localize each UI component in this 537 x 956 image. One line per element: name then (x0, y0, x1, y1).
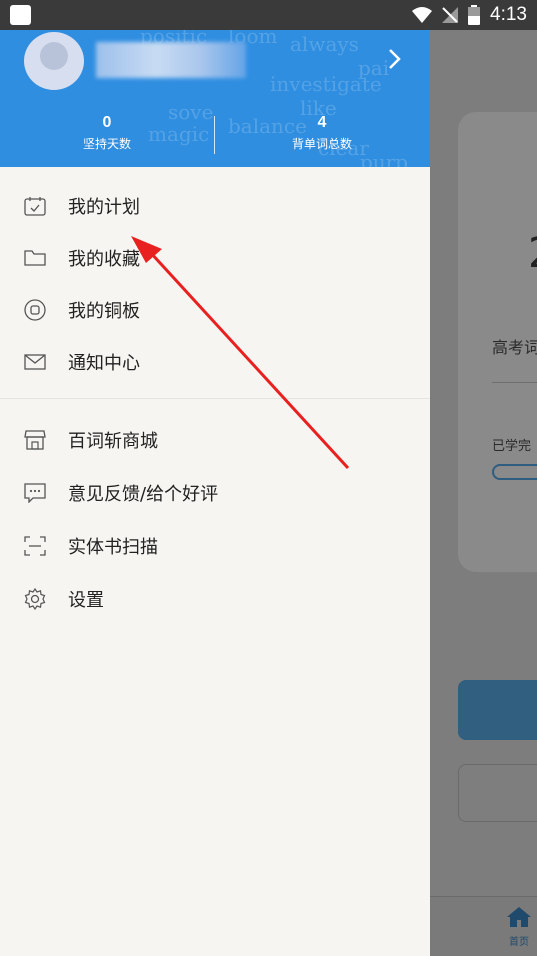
menu-item-notifications[interactable]: 通知中心 (0, 336, 430, 388)
status-time: 4:13 (490, 4, 527, 25)
status-icons: 4:13 (412, 0, 527, 30)
menu-item-feedback[interactable]: 意见反馈/给个好评 (0, 467, 430, 519)
background-progress-label: 已学完 (492, 439, 532, 454)
stat-total-words: 4 背单词总数 (262, 114, 382, 152)
calendar-icon (24, 195, 46, 217)
mail-icon (24, 351, 46, 373)
background-divider (492, 382, 537, 383)
stat-streak-value: 0 (102, 114, 112, 131)
stat-streak-days: 0 坚持天数 (47, 114, 167, 152)
menu-item-my-coins[interactable]: 我的铜板 (0, 284, 430, 336)
tab-home-label: 首页 (509, 937, 529, 948)
background-progress-bar (492, 464, 537, 480)
gear-icon (24, 588, 46, 610)
menu-label-feedback: 意见反馈/给个好评 (68, 484, 219, 505)
chevron-right-icon[interactable] (388, 48, 402, 76)
battery-icon (468, 5, 481, 25)
user-name-blurred (96, 42, 246, 78)
background-subtitle: 高考词 (492, 338, 537, 357)
folder-icon (24, 247, 46, 269)
menu-label-store: 百词斩商城 (68, 431, 158, 452)
coin-icon (24, 299, 46, 321)
stat-words-label: 背单词总数 (291, 137, 352, 151)
drawer-header[interactable]: positic loom always pai investigate sove… (0, 30, 430, 167)
menu-divider (0, 398, 430, 399)
navigation-drawer: positic loom always pai investigate sove… (0, 30, 430, 956)
background-secondary-button (458, 764, 537, 822)
menu-label-notifications: 通知中心 (68, 353, 140, 374)
background-primary-button (458, 680, 537, 740)
menu-item-store[interactable]: 百词斩商城 (0, 414, 430, 466)
status-bar: 4:13 (0, 0, 537, 30)
menu-item-my-plan[interactable]: 我的计划 (0, 180, 430, 232)
menu-item-my-favorites[interactable]: 我的收藏 (0, 232, 430, 284)
menu-item-settings[interactable]: 设置 (0, 573, 430, 625)
menu-label-book-scan: 实体书扫描 (68, 537, 158, 558)
menu-label-my-plan: 我的计划 (68, 197, 140, 218)
avatar[interactable] (24, 32, 84, 90)
tab-home: 首页 (502, 907, 536, 948)
stat-streak-label: 坚持天数 (82, 137, 131, 151)
stat-words-value: 4 (317, 114, 327, 131)
background-tab-bar: 首页 (430, 896, 537, 956)
menu-label-my-favorites: 我的收藏 (68, 249, 140, 270)
no-signal-icon (442, 7, 459, 23)
background-app[interactable]: 2 高考词 已学完 首页 (430, 30, 537, 956)
menu-label-settings: 设置 (68, 590, 104, 611)
app-notification-icon (10, 5, 31, 25)
menu-label-my-coins: 我的铜板 (68, 301, 140, 322)
menu-item-book-scan[interactable]: 实体书扫描 (0, 520, 430, 572)
scan-icon (24, 535, 46, 557)
wifi-icon (412, 7, 433, 23)
stat-divider (214, 116, 215, 154)
store-icon (24, 429, 46, 451)
home-icon (507, 907, 531, 927)
background-big-number: 2 (528, 228, 537, 277)
feedback-icon (24, 482, 46, 504)
